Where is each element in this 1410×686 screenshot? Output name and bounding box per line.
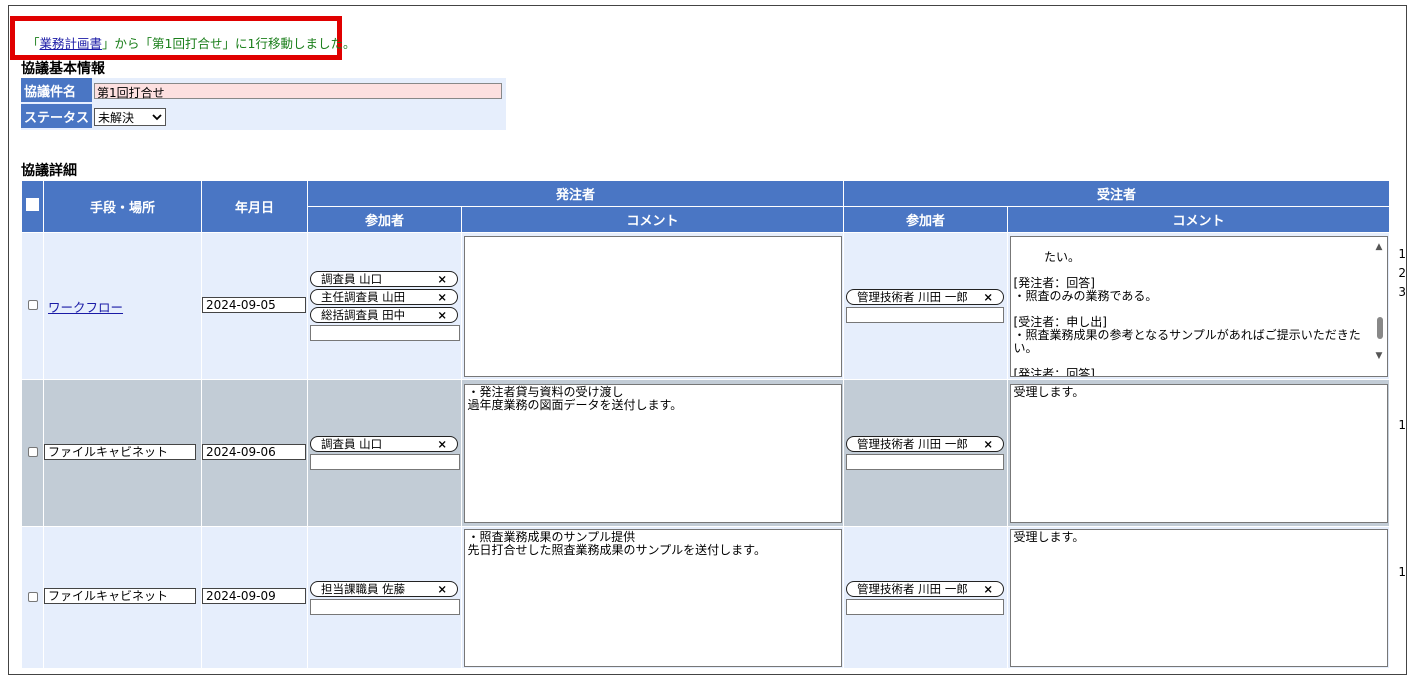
subject-cell: 第1回打合せ xyxy=(92,78,507,104)
participant-name: 管理技術者 川田 一郎 xyxy=(857,437,968,451)
edge-number: 1 xyxy=(1398,247,1406,261)
contractor-header: 受注者 xyxy=(843,180,1391,207)
method-link[interactable]: ワークフロー xyxy=(48,300,123,315)
add-participant-input[interactable] xyxy=(310,598,460,615)
method-input[interactable]: ファイルキャビネット xyxy=(44,443,196,460)
status-label: ステータス xyxy=(21,104,93,130)
basic-info-table: 協議件名 第1回打合せ ステータス 未解決 xyxy=(21,78,507,130)
orderer-comment-textarea[interactable] xyxy=(463,235,842,377)
participant-name: 総括調査員 田中 xyxy=(321,308,406,322)
row-checkbox[interactable] xyxy=(27,591,38,602)
add-participant-input[interactable] xyxy=(310,454,460,470)
select-all-checkbox[interactable] xyxy=(26,198,39,211)
date-input[interactable]: 2024-09-05 xyxy=(202,296,306,313)
method-header: 手段・場所 xyxy=(43,180,202,233)
row-checkbox[interactable] xyxy=(27,447,38,457)
add-participant-input[interactable] xyxy=(310,325,460,341)
participant-chip: 調査員 山口 × xyxy=(310,436,458,452)
subject-label: 協議件名 xyxy=(21,78,93,104)
contractor-participants-header: 参加者 xyxy=(843,206,1009,233)
remove-icon[interactable]: × xyxy=(983,437,993,451)
orderer-comment-header: コメント xyxy=(460,206,845,233)
participant-chip: 管理技術者 川田 一郎 × xyxy=(846,436,1005,452)
remove-icon[interactable]: × xyxy=(983,582,993,596)
remove-icon[interactable]: × xyxy=(437,582,447,596)
participant-chip: 主任調査員 山田 × xyxy=(310,289,458,305)
row2-edge-number: 1 xyxy=(1398,418,1406,432)
remove-icon[interactable]: × xyxy=(437,290,447,304)
chevron-down-icon xyxy=(152,113,162,120)
remove-icon[interactable]: × xyxy=(437,272,447,286)
status-cell: 未解決 xyxy=(92,104,507,130)
date-input[interactable]: 2024-09-06 xyxy=(202,443,306,460)
contractor-comment-textarea[interactable]: たい。 [発注者：回答] ・照査のみの業務である。 [受注者：申し出] ・照査業… xyxy=(1009,235,1388,377)
participant-name: 調査員 山口 xyxy=(321,272,383,286)
contractor-comment-text: たい。 [発注者：回答] ・照査のみの業務である。 [受注者：申し出] ・照査業… xyxy=(1013,249,1361,377)
textarea-scrollbar[interactable]: ▲ ▼ xyxy=(1372,236,1387,376)
participant-chip: 管理技術者 川田 一郎 × xyxy=(846,580,1005,597)
status-select[interactable]: 未解決 xyxy=(94,108,167,126)
subject-input[interactable]: 第1回打合せ xyxy=(94,83,503,100)
participant-name: 担当課職員 佐藤 xyxy=(321,581,406,596)
participant-name: 主任調査員 山田 xyxy=(321,290,406,304)
remove-icon[interactable]: × xyxy=(983,290,993,304)
participant-name: 調査員 山口 xyxy=(321,437,383,451)
add-participant-input[interactable] xyxy=(846,454,1005,470)
participant-name: 管理技術者 川田 一郎 xyxy=(857,581,968,596)
add-participant-input[interactable] xyxy=(846,598,1005,615)
contractor-comment-textarea[interactable]: 受理します。 xyxy=(1009,528,1388,667)
details-title: 協議詳細 xyxy=(21,163,77,179)
participant-chip: 総括調査員 田中 × xyxy=(310,307,458,323)
row3-edge-number: 1 xyxy=(1398,565,1406,579)
participant-chip: 管理技術者 川田 一郎 × xyxy=(846,289,1005,305)
edge-number: 2 xyxy=(1398,266,1406,280)
basic-info-title: 協議基本情報 xyxy=(21,61,105,77)
status-selected-value: 未解決 xyxy=(98,110,135,125)
row1-edge-numbers: 1 2 3 xyxy=(1398,245,1406,302)
participant-name: 管理技術者 川田 一郎 xyxy=(857,290,968,304)
table-row: ファイルキャビネット 2024-09-09 担当課職員 佐藤 × ・照査業務成果の… xyxy=(21,526,1391,669)
orderer-comment-textarea[interactable]: ・照査業務成果のサンプル提供 先日打合せした照査業務成果のサンプルを送付します。 xyxy=(463,528,842,667)
add-participant-input[interactable] xyxy=(846,307,1005,323)
notice-text: 「業務計画書」から「第1回打合せ」に1行移動しました。 xyxy=(27,33,355,52)
row-checkbox[interactable] xyxy=(27,300,38,310)
table-row: ワークフロー 2024-09-05 調査員 山口 × 主任調査員 山田 × 総括調査… xyxy=(21,232,1391,380)
remove-icon[interactable]: × xyxy=(437,308,447,322)
edge-number: 3 xyxy=(1398,285,1406,299)
notice-suffix: 」から「第1回打合せ」に1行移動しました。 xyxy=(102,36,356,51)
table-row: ファイルキャビネット 2024-09-06 調査員 山口 × ・発注者貸与資料の受… xyxy=(21,379,1391,527)
scroll-thumb[interactable] xyxy=(1376,316,1383,339)
source-document-link[interactable]: 業務計画書 xyxy=(40,36,103,51)
participant-chip: 調査員 山口 × xyxy=(310,271,458,287)
select-all-header xyxy=(21,180,44,233)
orderer-comment-textarea[interactable]: ・発注者貸与資料の受け渡し 過年度業務の図面データを送付します。 xyxy=(463,383,842,523)
scroll-up-icon: ▲ xyxy=(1375,241,1383,252)
contractor-comment-header: コメント xyxy=(1007,206,1391,233)
move-notice: 「業務計画書」から「第1回打合せ」に1行移動しました。 xyxy=(10,16,355,60)
scroll-down-icon: ▼ xyxy=(1375,350,1383,361)
date-input[interactable]: 2024-09-09 xyxy=(202,588,306,604)
orderer-header: 発注者 xyxy=(306,180,845,207)
orderer-participants-header: 参加者 xyxy=(307,206,462,233)
remove-icon[interactable]: × xyxy=(437,437,447,451)
date-header: 年月日 xyxy=(201,180,308,233)
contractor-comment-textarea[interactable]: 受理します。 xyxy=(1009,383,1388,523)
method-input[interactable]: ファイルキャビネット xyxy=(44,588,196,604)
notice-prefix: 「 xyxy=(27,36,40,51)
details-table: 手段・場所 年月日 発注者 受注者 参加者 コメント 参加者 コメント ワークフ… xyxy=(21,180,1391,669)
participant-chip: 担当課職員 佐藤 × xyxy=(310,580,458,597)
